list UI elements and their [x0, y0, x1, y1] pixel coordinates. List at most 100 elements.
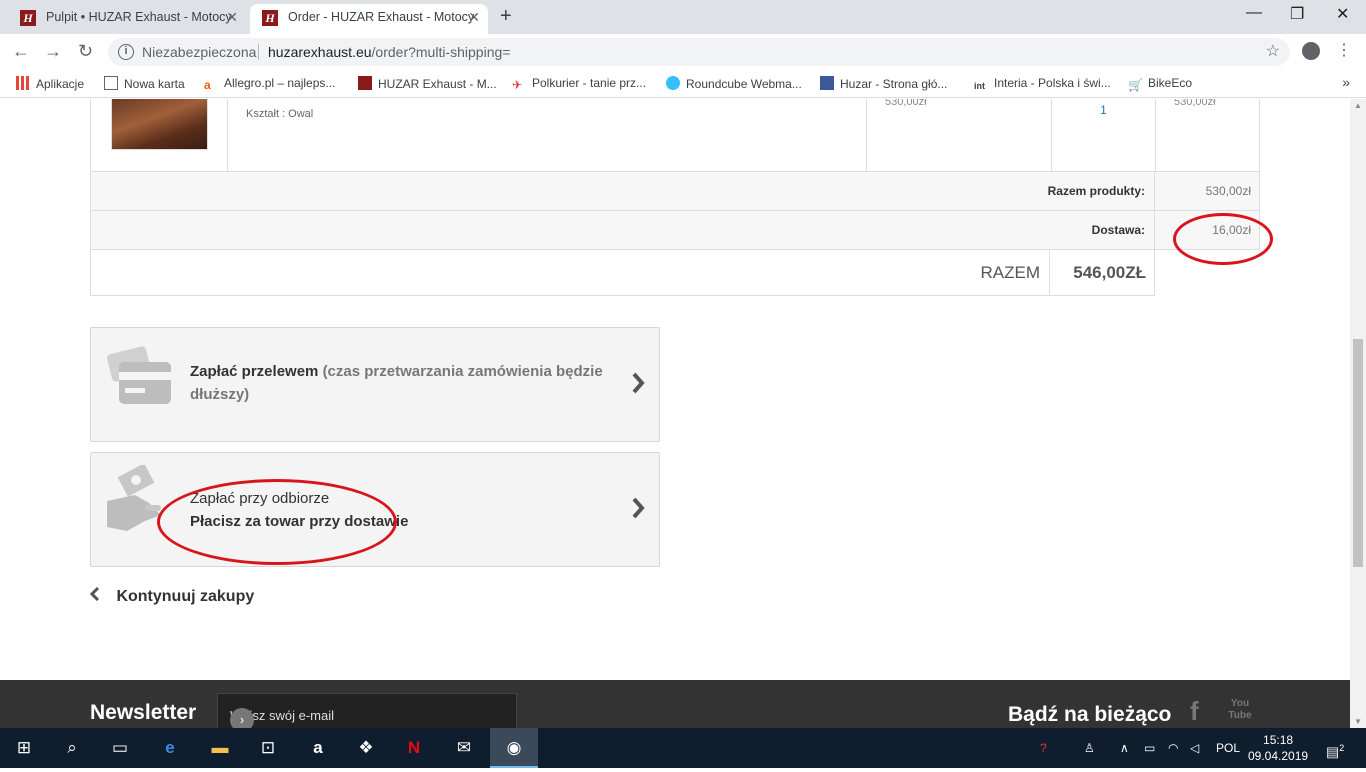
facebook-icon[interactable]: f — [1190, 696, 1199, 727]
wifi-icon[interactable]: ◠ — [1168, 728, 1178, 768]
help-icon[interactable]: ? — [1040, 728, 1047, 768]
polkurier-icon: ✈ — [512, 78, 523, 92]
minimize-button[interactable]: — — [1246, 4, 1262, 22]
bookmarks-bar: Aplikacje Nowa karta a Allegro.pl – najle… — [0, 70, 1366, 98]
bookmark-star-icon[interactable]: ☆ — [1266, 38, 1280, 66]
bookmark-apps[interactable]: Aplikacje — [16, 76, 84, 91]
file-explorer-icon[interactable]: ▬ — [196, 728, 244, 768]
pay-on-delivery-text: Zapłać przy odbiorze Płacisz za towar pr… — [190, 487, 408, 533]
unit-price: 530,00zł — [885, 99, 927, 108]
unit-price-cell: 530,00zł — [866, 99, 1051, 172]
product-thumbnail[interactable] — [111, 99, 208, 150]
notification-count: 2 — [1339, 743, 1345, 753]
tab-order[interactable]: H Order - HUZAR Exhaust - Motocy ✕ — [250, 4, 488, 34]
tab-close-icon[interactable]: ✕ — [468, 4, 480, 30]
bookmark-bikeeco[interactable]: 🛒 BikeEco — [1128, 76, 1192, 92]
page-scrollbar[interactable]: ▲ ▼ — [1350, 99, 1366, 728]
clock-date: 09.04.2019 — [1248, 749, 1309, 763]
page-content: Kształt : Owal 530,00zł 1 530,00zł Razem… — [0, 99, 1350, 728]
info-icon[interactable]: i — [118, 44, 134, 60]
amazon-icon[interactable]: a — [294, 728, 342, 768]
show-hidden-icon[interactable]: ∧ — [1120, 728, 1129, 768]
bookmark-new-tab[interactable]: Nowa karta — [104, 76, 185, 91]
pay-on-delivery-title: Zapłać przy odbiorze — [190, 490, 330, 507]
tab-strip: H Pulpit • HUZAR Exhaust - Motocy ✕ H Or… — [0, 0, 1366, 34]
grand-total-value: 546,00ZŁ — [1073, 263, 1146, 282]
line-total: 530,00zł — [1174, 99, 1216, 108]
newsletter-title: Newsletter — [90, 701, 197, 724]
pay-on-delivery-option[interactable]: Zapłać przy odbiorze Płacisz za towar pr… — [90, 452, 660, 567]
forward-arrow-icon[interactable]: → — [44, 41, 62, 62]
bookmark-polkurier[interactable]: ✈ Polkurier - tanie prz... — [512, 76, 646, 92]
credit-card-icon — [107, 346, 171, 404]
bookmark-allegro[interactable]: a Allegro.pl – najleps... — [204, 76, 335, 92]
cash-in-hand-icon — [107, 465, 161, 531]
battery-icon[interactable]: ▭ — [1144, 728, 1155, 768]
url-path: /order?multi-shipping= — [371, 44, 511, 60]
windows-start-icon[interactable]: ⊞ — [0, 728, 48, 768]
maximize-button[interactable]: ❐ — [1290, 4, 1304, 24]
pay-transfer-title: Zapłać przelewem — [190, 363, 319, 380]
row-divider — [1049, 250, 1050, 295]
quantity-value[interactable]: 1 — [1052, 103, 1155, 117]
chevron-right-icon — [632, 497, 645, 519]
people-icon[interactable]: ♙ — [1084, 728, 1095, 768]
pay-transfer-option[interactable]: Zapłać przelewem (czas przetwarzania zam… — [90, 327, 660, 442]
address-bar[interactable]: i Niezabezpieczona huzarexhaust.eu/order… — [108, 38, 1290, 66]
tab-pulpit[interactable]: H Pulpit • HUZAR Exhaust - Motocy ✕ — [8, 4, 246, 34]
follow-us-title: Bądź na bieżąco — [1008, 703, 1172, 726]
close-window-button[interactable]: ✕ — [1336, 4, 1349, 24]
site-footer: Newsletter Wpisz swój e-mail › Bądź na b… — [0, 680, 1350, 728]
cart-icon: 🛒 — [1128, 78, 1143, 92]
dropbox-icon[interactable]: ❖ — [342, 728, 390, 768]
store-icon[interactable]: ⊡ — [244, 728, 292, 768]
language-indicator[interactable]: POL — [1216, 728, 1240, 768]
scrollbar-thumb[interactable] — [1353, 339, 1363, 567]
quantity-cell: 1 — [1051, 99, 1155, 172]
products-total-label: Razem produkty: — [1047, 184, 1145, 198]
clock-time: 15:18 — [1263, 733, 1294, 747]
newsletter-submit-icon[interactable]: › — [230, 708, 254, 728]
bookmark-facebook[interactable]: Huzar - Strona głó... — [820, 76, 947, 91]
bookmarks-more-button[interactable]: » — [1342, 74, 1350, 90]
chrome-icon[interactable]: ◉ — [490, 728, 538, 768]
edge-icon[interactable]: e — [146, 728, 194, 768]
system-clock[interactable]: 15:18 09.04.2019 — [1248, 732, 1308, 764]
browser-toolbar: ← → ↻ i Niezabezpieczona huzarexhaust.eu… — [0, 34, 1366, 70]
scroll-down-icon[interactable]: ▼ — [1354, 717, 1362, 726]
pay-transfer-text: Zapłać przelewem (czas przetwarzania zam… — [190, 360, 630, 406]
chevron-left-icon — [90, 587, 100, 601]
shipping-value: 16,00zł — [1212, 223, 1251, 237]
product-attribute: Kształt : Owal — [246, 108, 314, 120]
bookmark-interia[interactable]: int Interia - Polska i świ... — [974, 76, 1111, 95]
back-arrow-icon[interactable]: ← — [12, 41, 30, 62]
bookmark-roundcube[interactable]: Roundcube Webma... — [666, 76, 802, 91]
notification-center-icon[interactable]: ▤2 — [1326, 728, 1344, 768]
newsletter-email-input[interactable]: Wpisz swój e-mail › — [217, 693, 517, 728]
shipping-label: Dostawa: — [1091, 223, 1145, 237]
profile-avatar-icon[interactable] — [1302, 42, 1320, 60]
row-divider — [1154, 172, 1155, 210]
grand-total-label: RAZEM — [980, 263, 1041, 282]
tab-close-icon[interactable]: ✕ — [226, 4, 238, 30]
chevron-right-icon — [632, 372, 645, 394]
task-view-icon[interactable]: ▭ — [96, 728, 144, 768]
tab-title: Order - HUZAR Exhaust - Motocy — [288, 10, 475, 24]
new-tab-button[interactable]: + — [500, 5, 512, 28]
grand-total-row: RAZEM 546,00ZŁ — [90, 250, 1155, 296]
bookmark-huzar[interactable]: HUZAR Exhaust - M... — [358, 76, 497, 91]
youtube-icon[interactable]: You Tube — [1228, 698, 1252, 722]
reload-icon[interactable]: ↻ — [78, 41, 93, 62]
search-icon[interactable]: ⌕ — [48, 728, 96, 768]
product-image-cell — [90, 99, 228, 172]
apps-grid-icon — [16, 76, 30, 90]
continue-shopping-link[interactable]: Kontynuuj zakupy — [90, 587, 254, 606]
volume-icon[interactable]: ◁ — [1190, 728, 1199, 768]
browser-menu-icon[interactable]: ⋮ — [1336, 40, 1352, 60]
facebook-icon — [820, 76, 834, 90]
netflix-icon[interactable]: N — [390, 728, 438, 768]
scroll-up-icon[interactable]: ▲ — [1354, 101, 1362, 110]
windows-taskbar: ⊞ ⌕ ▭ e ▬ ⊡ a ❖ N ✉ ◉ ? ♙ ∧ ▭ ◠ ◁ POL 15… — [0, 728, 1366, 768]
mail-icon[interactable]: ✉ — [440, 728, 488, 768]
roundcube-icon — [666, 76, 680, 90]
